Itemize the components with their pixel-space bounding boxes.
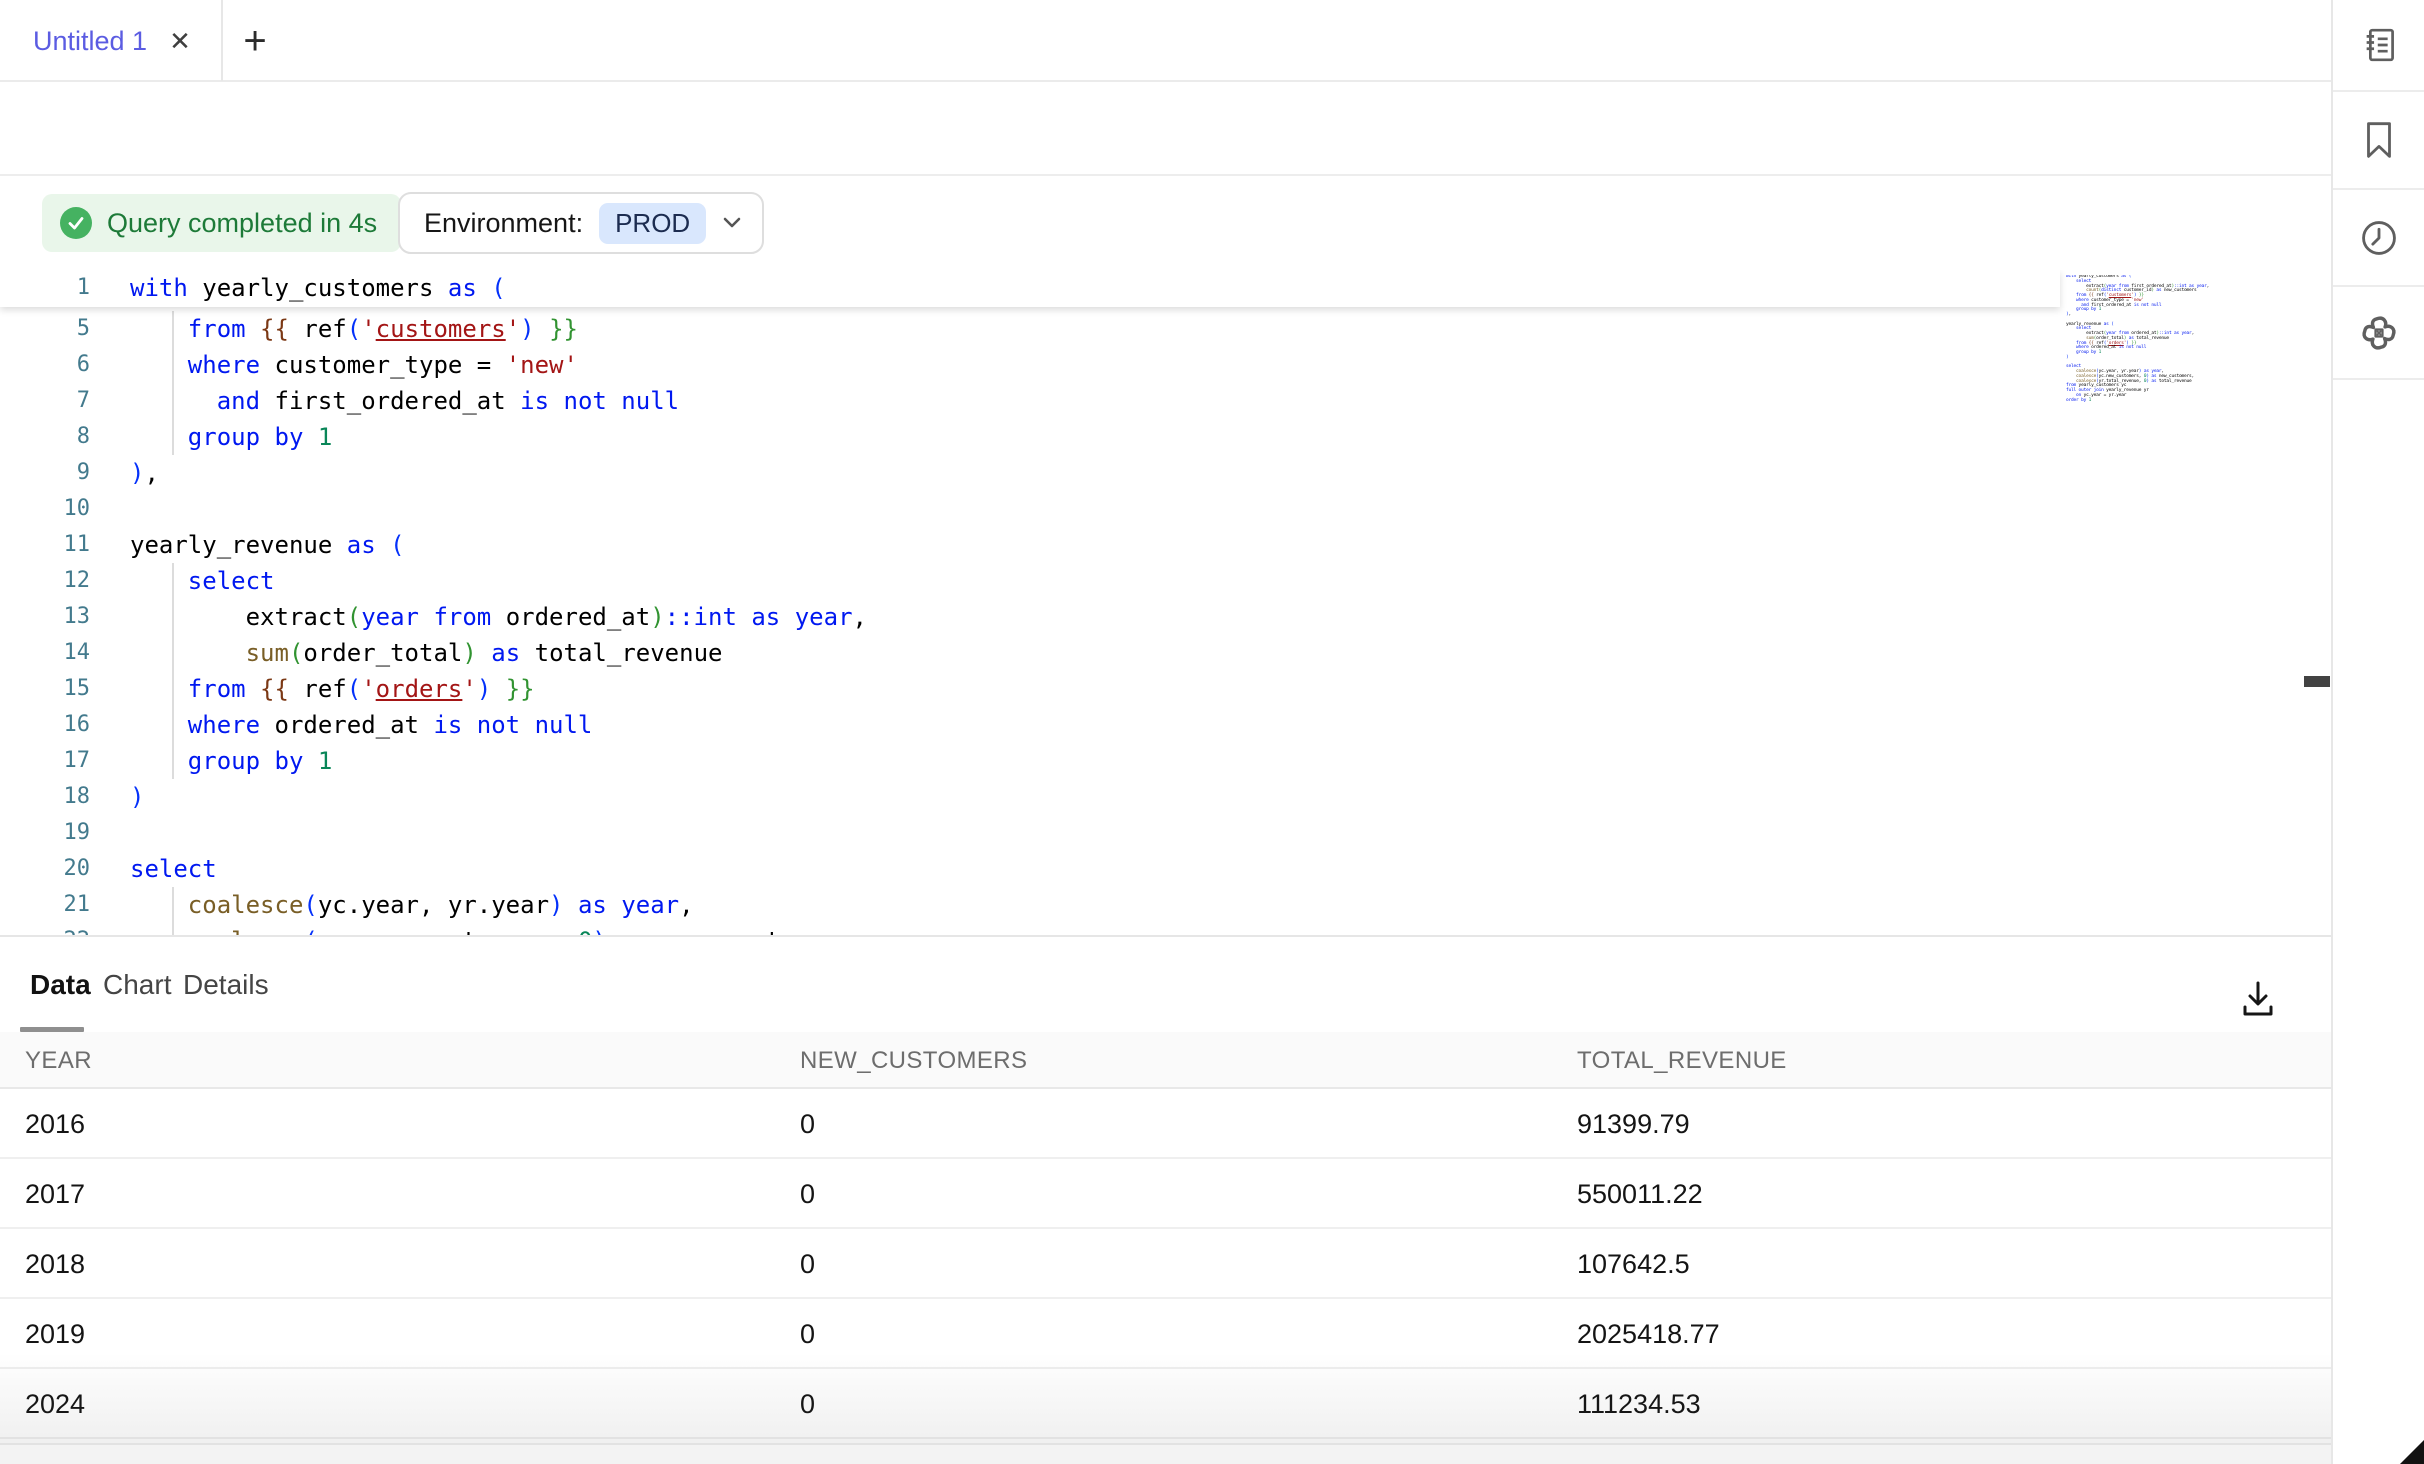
close-icon[interactable]: ✕ [169,28,191,54]
download-button[interactable] [2238,977,2278,1021]
table-cell: 0 [800,1089,815,1159]
code-line: 13 extract(year from ordered_at)::int as… [0,599,2060,635]
table-cell: 0 [800,1299,815,1369]
code-line: 22 coalesce(yc.new_customers, 0) as new_… [0,923,2060,935]
table-cell: 91399.79 [1577,1089,1690,1159]
sidebar-history-button[interactable] [2333,190,2424,287]
history-clock-icon [2358,217,2400,259]
app-window: Untitled 1 ✕ + Develop [0,0,2424,1464]
table-cell: 0 [800,1159,815,1229]
sticky-scroll-line: 1with yearly_customers as ( [0,270,2060,307]
results-tab-details[interactable]: Details [183,937,269,1032]
table-bottom-band [0,1443,2331,1464]
main-area: Untitled 1 ✕ + Develop [0,0,2331,1464]
check-circle-icon [60,207,92,239]
download-icon [2238,977,2278,1021]
code-line: 14 sum(order_total) as total_revenue [0,635,2060,671]
table-cell: 2019 [25,1299,85,1369]
environment-value-chip: PROD [599,203,706,244]
editor-minimap[interactable]: with yearly_customers as ( select extrac… [2066,275,2312,415]
table-cell: 2018 [25,1229,85,1299]
results-panel: DataChartDetails YEAR NEW_CUSTOMERS TOTAL_… [0,935,2331,1464]
table-row: 2024 0 111234.53 [0,1369,2331,1439]
code-line: 21 coalesce(yc.year, yr.year) as year, [0,887,2060,923]
code-line: 18) [0,779,2060,815]
right-sidebar [2331,0,2424,1464]
plus-icon: + [243,19,266,64]
table-row: 2019 0 2025418.77 [0,1299,2331,1369]
tab-separator [221,0,223,81]
results-tab-data[interactable]: Data [30,937,91,1032]
results-tab-chart[interactable]: Chart [103,937,171,1032]
table-cell: 2024 [25,1369,85,1439]
table-body: 2016 0 91399.79 2017 0 550011.22 2018 0 107642.5… [0,1089,2331,1439]
tab-title: Untitled 1 [33,26,147,57]
new-tab-button[interactable]: + [232,0,278,82]
query-status-badge: Query completed in 4s [42,194,401,252]
code-line: 20select [0,851,2060,887]
code-line: 12 select [0,563,2060,599]
minimap-line: order by 1 [2066,399,2312,404]
editor-tab-bar: Untitled 1 ✕ + [0,0,2331,82]
toolbar: Develop Run [0,82,2331,176]
scrollbar-handle[interactable] [2304,676,2330,687]
lineage-icon [2356,310,2402,356]
code-line: 9), [0,455,2060,491]
table-cell: 0 [800,1369,815,1439]
code-line: 10 [0,491,2060,527]
column-header-new_customers: NEW_CUSTOMERS [800,1032,1027,1089]
table-header-row: YEAR NEW_CUSTOMERS TOTAL_REVENUE [0,1032,2331,1089]
environment-label: Environment: [424,208,583,239]
code-line: 8 group by 1 [0,419,2060,455]
table-cell: 2016 [25,1089,85,1159]
table-cell: 550011.22 [1577,1159,1703,1229]
table-cell: 0 [800,1229,815,1299]
table-row: 2016 0 91399.79 [0,1089,2331,1159]
resize-corner-handle[interactable] [2400,1440,2424,1464]
code-line: 6 where customer_type = 'new' [0,347,2060,383]
code-line: 1with yearly_customers as ( [0,270,2060,306]
code-line: 11yearly_revenue as ( [0,527,2060,563]
query-status-text: Query completed in 4s [107,208,377,239]
table-cell: 2017 [25,1159,85,1229]
status-row: Query completed in 4s Environment: PROD [0,176,2331,270]
results-tab-bar: DataChartDetails [0,937,2331,1032]
sidebar-notebook-button[interactable] [2333,0,2424,92]
sidebar-bookmark-button[interactable] [2333,92,2424,190]
sidebar-lineage-button[interactable] [2333,287,2424,380]
table-cell: 111234.53 [1577,1369,1701,1439]
code-line: 19 [0,815,2060,851]
table-cell: 2025418.77 [1577,1299,1720,1369]
table-row: 2017 0 550011.22 [0,1159,2331,1229]
column-header-total_revenue: TOTAL_REVENUE [1577,1032,1787,1089]
column-header-year: YEAR [25,1032,92,1089]
code-line: 7 and first_ordered_at is not null [0,383,2060,419]
code-line: 15 from {{ ref('orders') }} [0,671,2060,707]
sql-code-editor[interactable]: 5 from {{ ref('customers') }}6 where cus… [0,270,2331,935]
environment-selector[interactable]: Environment: PROD [398,192,764,254]
table-cell: 107642.5 [1577,1229,1690,1299]
tab-untitled-1[interactable]: Untitled 1 ✕ [33,0,191,82]
bookmark-icon [2359,119,2399,161]
chevron-down-icon [722,216,742,230]
table-row: 2018 0 107642.5 [0,1229,2331,1299]
notebook-icon [2358,24,2400,66]
code-line: 16 where ordered_at is not null [0,707,2060,743]
code-line: 17 group by 1 [0,743,2060,779]
code-line: 5 from {{ ref('customers') }} [0,311,2060,347]
